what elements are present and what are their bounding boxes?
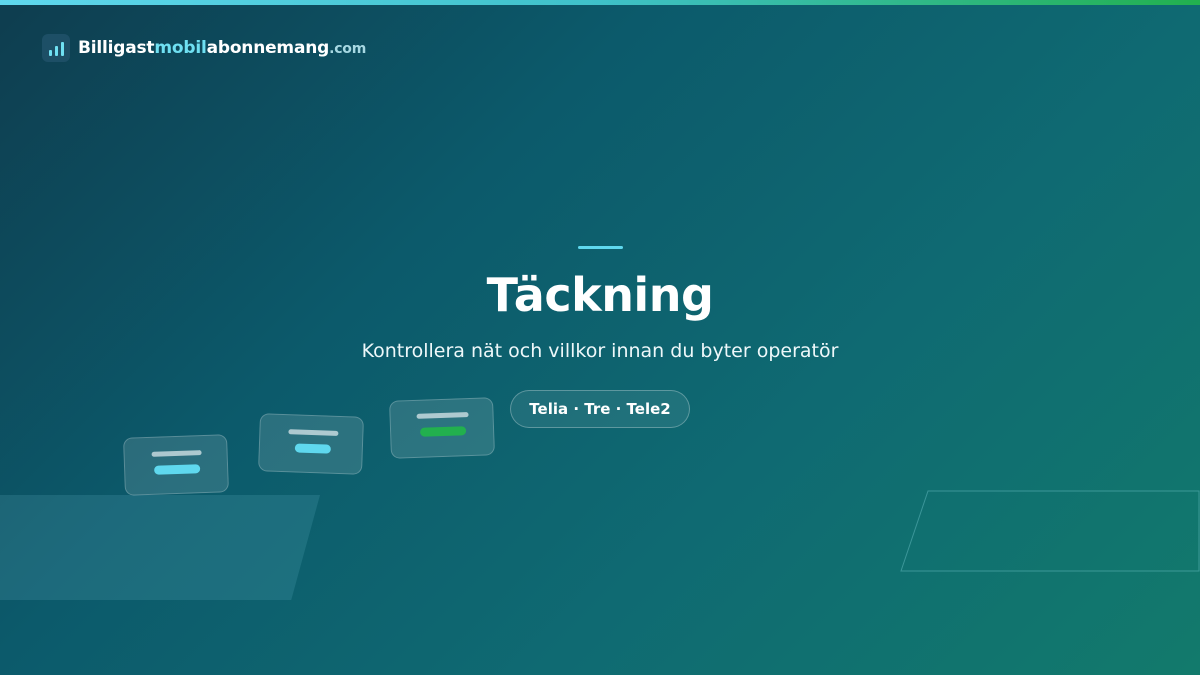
decorative-card-3	[389, 397, 495, 459]
signal-bars-icon	[42, 34, 70, 62]
decorative-floor-panel-left	[0, 495, 320, 600]
decorative-card-1	[123, 434, 229, 496]
logo-tld: .com	[329, 41, 367, 57]
operators-pill: Telia · Tre · Tele2	[510, 390, 690, 428]
page-title: Täckning	[486, 268, 714, 322]
site-logo[interactable]: Billigastmobilabonnemang.com	[42, 34, 366, 62]
logo-part-billigast: Billigast	[78, 38, 155, 58]
top-accent-strip	[0, 0, 1200, 5]
page-subtitle: Kontrollera nät och villkor innan du byt…	[361, 340, 839, 362]
logo-wordmark: Billigastmobilabonnemang.com	[78, 38, 366, 58]
title-divider	[578, 246, 623, 249]
logo-part-abonnemang: abonnemang	[206, 38, 330, 58]
decorative-floor-panel-right	[900, 490, 1200, 572]
logo-part-mobil: mobil	[154, 38, 207, 58]
decorative-card-2	[258, 413, 364, 475]
